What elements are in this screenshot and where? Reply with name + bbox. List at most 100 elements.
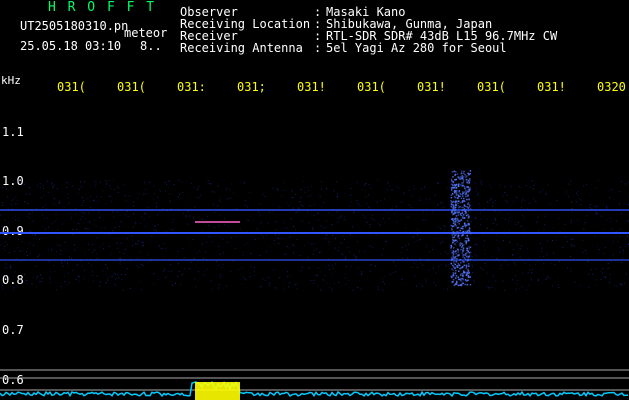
noise-dot xyxy=(36,286,37,288)
noise-dot xyxy=(549,277,551,279)
noise-dot xyxy=(268,284,270,286)
noise-dot xyxy=(80,181,81,183)
noise-dot xyxy=(521,286,523,288)
noise-dot xyxy=(325,220,327,222)
noise-dot xyxy=(610,261,612,263)
noise-dot xyxy=(595,213,597,215)
noise-dot xyxy=(183,257,185,259)
noise-dot xyxy=(57,229,59,231)
noise-dot xyxy=(292,244,294,246)
meteor-dot xyxy=(457,211,459,214)
noise-dot xyxy=(182,191,184,193)
meteor-dot xyxy=(457,194,460,196)
meteor-dot xyxy=(451,234,453,236)
noise-dot xyxy=(432,249,433,251)
noise-dot xyxy=(133,226,134,228)
meteor-dot xyxy=(468,227,471,229)
noise-dot xyxy=(172,221,174,223)
noise-dot xyxy=(139,252,141,253)
noise-dot xyxy=(615,220,617,222)
noise-dot xyxy=(244,205,246,206)
noise-dot xyxy=(55,213,57,215)
noise-dot xyxy=(619,235,621,237)
noise-dot xyxy=(301,267,303,269)
noise-dot xyxy=(413,185,415,187)
noise-dot xyxy=(287,276,288,277)
noise-dot xyxy=(337,250,339,252)
noise-dot xyxy=(335,263,337,265)
noise-dot xyxy=(568,183,570,185)
noise-dot xyxy=(429,250,431,252)
noise-dot xyxy=(34,235,36,237)
noise-dot xyxy=(401,202,402,203)
noise-dot xyxy=(467,261,469,263)
power-trace xyxy=(0,380,628,400)
noise-dot xyxy=(285,189,286,191)
noise-dot xyxy=(539,191,541,193)
noise-dot xyxy=(323,202,325,204)
noise-dot xyxy=(258,211,260,213)
noise-dot xyxy=(486,227,488,229)
noise-dot xyxy=(78,276,80,277)
noise-dot xyxy=(287,271,289,273)
noise-dot xyxy=(87,262,89,264)
noise-dot xyxy=(335,238,336,240)
meteor-dot xyxy=(467,251,470,254)
noise-dot xyxy=(313,282,315,284)
noise-dot xyxy=(295,212,297,214)
noise-dot xyxy=(433,282,435,284)
noise-dot xyxy=(222,264,224,265)
noise-dot xyxy=(26,193,27,195)
noise-dot xyxy=(395,271,397,273)
noise-dot xyxy=(507,212,509,214)
noise-dot xyxy=(340,215,342,217)
noise-dot xyxy=(308,190,310,192)
noise-dot xyxy=(361,271,363,273)
noise-dot xyxy=(84,278,86,280)
noise-dot xyxy=(132,245,133,247)
noise-dot xyxy=(19,250,21,252)
noise-dot xyxy=(394,265,396,267)
noise-dot xyxy=(545,213,547,215)
meteor-dot xyxy=(450,203,453,206)
meteor-dot xyxy=(469,246,472,248)
meteor-dot xyxy=(454,243,456,245)
noise-dot xyxy=(320,289,322,291)
noise-dot xyxy=(519,185,520,187)
meteor-dot xyxy=(453,170,455,173)
noise-dot xyxy=(359,230,361,232)
noise-dot xyxy=(16,180,18,182)
noise-dot xyxy=(547,240,548,242)
noise-dot xyxy=(4,274,6,276)
noise-dot xyxy=(276,188,278,190)
noise-dot xyxy=(344,239,345,240)
meteor-dot xyxy=(461,274,464,277)
noise-dot xyxy=(114,278,116,280)
noise-dot xyxy=(587,261,589,262)
noise-dot xyxy=(112,211,114,213)
noise-dot xyxy=(307,187,309,189)
noise-dot xyxy=(170,264,172,266)
noise-dot xyxy=(512,279,514,281)
noise-dot xyxy=(551,285,553,287)
noise-dot xyxy=(303,244,305,246)
app-logo: H R O F F T xyxy=(48,0,157,15)
noise-dot xyxy=(343,219,345,221)
noise-dot xyxy=(92,275,94,276)
noise-dot xyxy=(571,239,573,240)
noise-dot xyxy=(504,192,506,193)
noise-dot xyxy=(39,186,41,188)
noise-dot xyxy=(480,267,482,269)
noise-dot xyxy=(143,213,145,215)
noise-dot xyxy=(244,279,246,281)
noise-dot xyxy=(234,247,236,249)
noise-dot xyxy=(461,281,463,283)
noise-dot xyxy=(181,274,183,275)
noise-dot xyxy=(478,203,480,204)
meteor-dot xyxy=(463,197,465,200)
noise-dot xyxy=(208,225,210,227)
noise-dot xyxy=(241,263,243,265)
noise-dot xyxy=(489,286,491,288)
noise-dot xyxy=(76,228,77,230)
noise-dot xyxy=(67,193,69,195)
